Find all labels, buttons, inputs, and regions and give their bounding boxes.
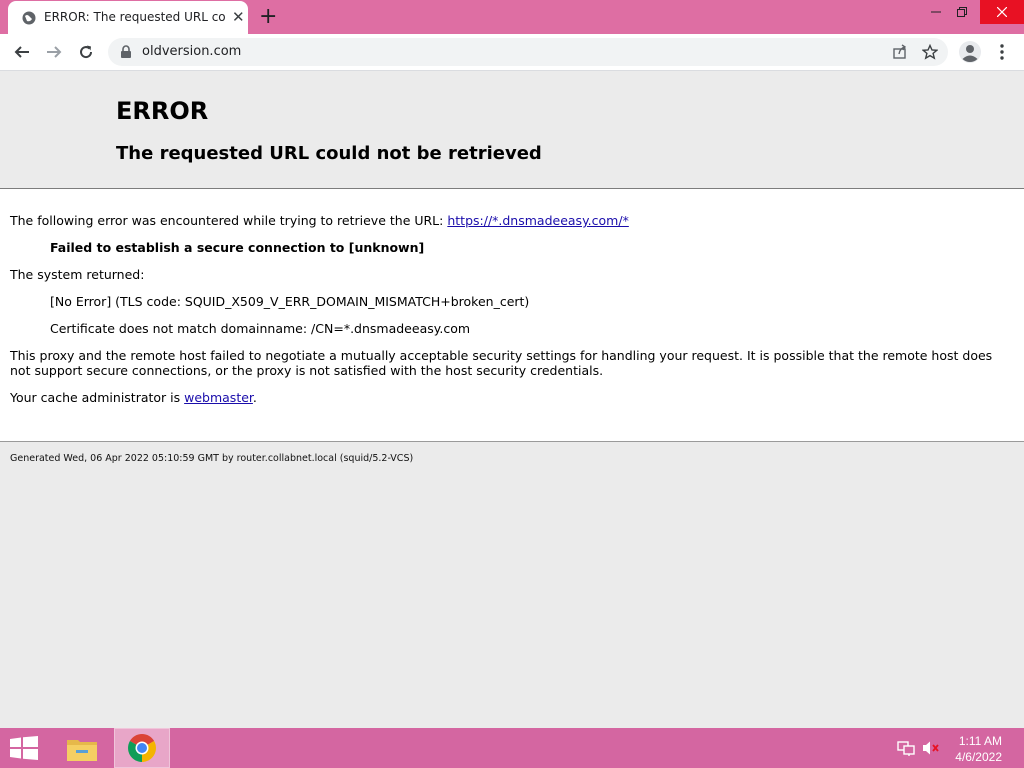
close-icon[interactable]: ✕ xyxy=(232,10,245,25)
admin-suffix: . xyxy=(252,390,257,405)
share-icon[interactable] xyxy=(892,44,908,60)
network-icon[interactable] xyxy=(897,740,915,756)
reload-icon[interactable] xyxy=(74,40,98,64)
windows-start-icon[interactable] xyxy=(10,736,38,760)
error-header: ERROR The requested URL could not be ret… xyxy=(0,71,1024,189)
browser-toolbar: oldversion.com xyxy=(0,34,1024,71)
page-subtitle: The requested URL could not be retrieved xyxy=(116,143,542,164)
menu-icon[interactable] xyxy=(994,42,1010,62)
page-title: ERROR xyxy=(116,97,209,125)
generated-footer: Generated Wed, 06 Apr 2022 05:10:59 GMT … xyxy=(10,453,414,464)
tab-title: ERROR: The requested URL could not be re… xyxy=(44,10,226,24)
error-body: The following error was encountered whil… xyxy=(0,189,1024,442)
url-text[interactable]: oldversion.com xyxy=(142,44,241,59)
profile-icon[interactable] xyxy=(958,40,982,64)
globe-icon xyxy=(22,11,36,25)
admin-prefix: Your cache administrator is xyxy=(10,390,185,405)
explanation-text: This proxy and the remote host failed to… xyxy=(10,348,993,378)
volume-muted-icon[interactable] xyxy=(922,740,940,756)
restore-icon[interactable] xyxy=(946,0,978,24)
address-bar[interactable]: oldversion.com xyxy=(108,38,948,66)
cert-mismatch-text: Certificate does not match domainname: /… xyxy=(50,321,471,336)
requested-url-link[interactable]: https://*.dnsmadeeasy.com/* xyxy=(447,213,628,228)
error-code: [No Error] (TLS code: SQUID_X509_V_ERR_D… xyxy=(50,294,530,309)
forward-icon[interactable] xyxy=(42,40,66,64)
intro-text: The following error was encountered whil… xyxy=(10,213,448,228)
webmaster-link[interactable]: webmaster xyxy=(184,390,253,405)
system-clock[interactable]: 1:11 AM 4/6/2022 xyxy=(955,733,1002,765)
intro-line: The following error was encountered whil… xyxy=(10,213,629,228)
back-icon[interactable] xyxy=(10,40,34,64)
system-returned-label: The system returned: xyxy=(10,267,145,282)
page-content: ERROR The requested URL could not be ret… xyxy=(0,71,1024,728)
window-close-icon[interactable] xyxy=(980,0,1024,24)
browser-tab[interactable]: ERROR: The requested URL could not be re… xyxy=(8,1,248,34)
clock-time: 1:11 AM xyxy=(958,734,1002,748)
new-tab-icon[interactable]: + xyxy=(259,6,277,28)
lock-icon[interactable] xyxy=(120,45,132,59)
taskbar: 1:11 AM 4/6/2022 xyxy=(0,728,1024,768)
clock-date: 4/6/2022 xyxy=(955,750,1002,764)
star-icon[interactable] xyxy=(922,44,938,60)
admin-line: Your cache administrator is webmaster. xyxy=(10,390,257,405)
failed-message: Failed to establish a secure connection … xyxy=(50,240,425,255)
browser-titlebar: ERROR: The requested URL could not be re… xyxy=(0,0,1024,34)
file-explorer-icon[interactable] xyxy=(54,728,110,768)
chrome-icon[interactable] xyxy=(114,728,170,768)
